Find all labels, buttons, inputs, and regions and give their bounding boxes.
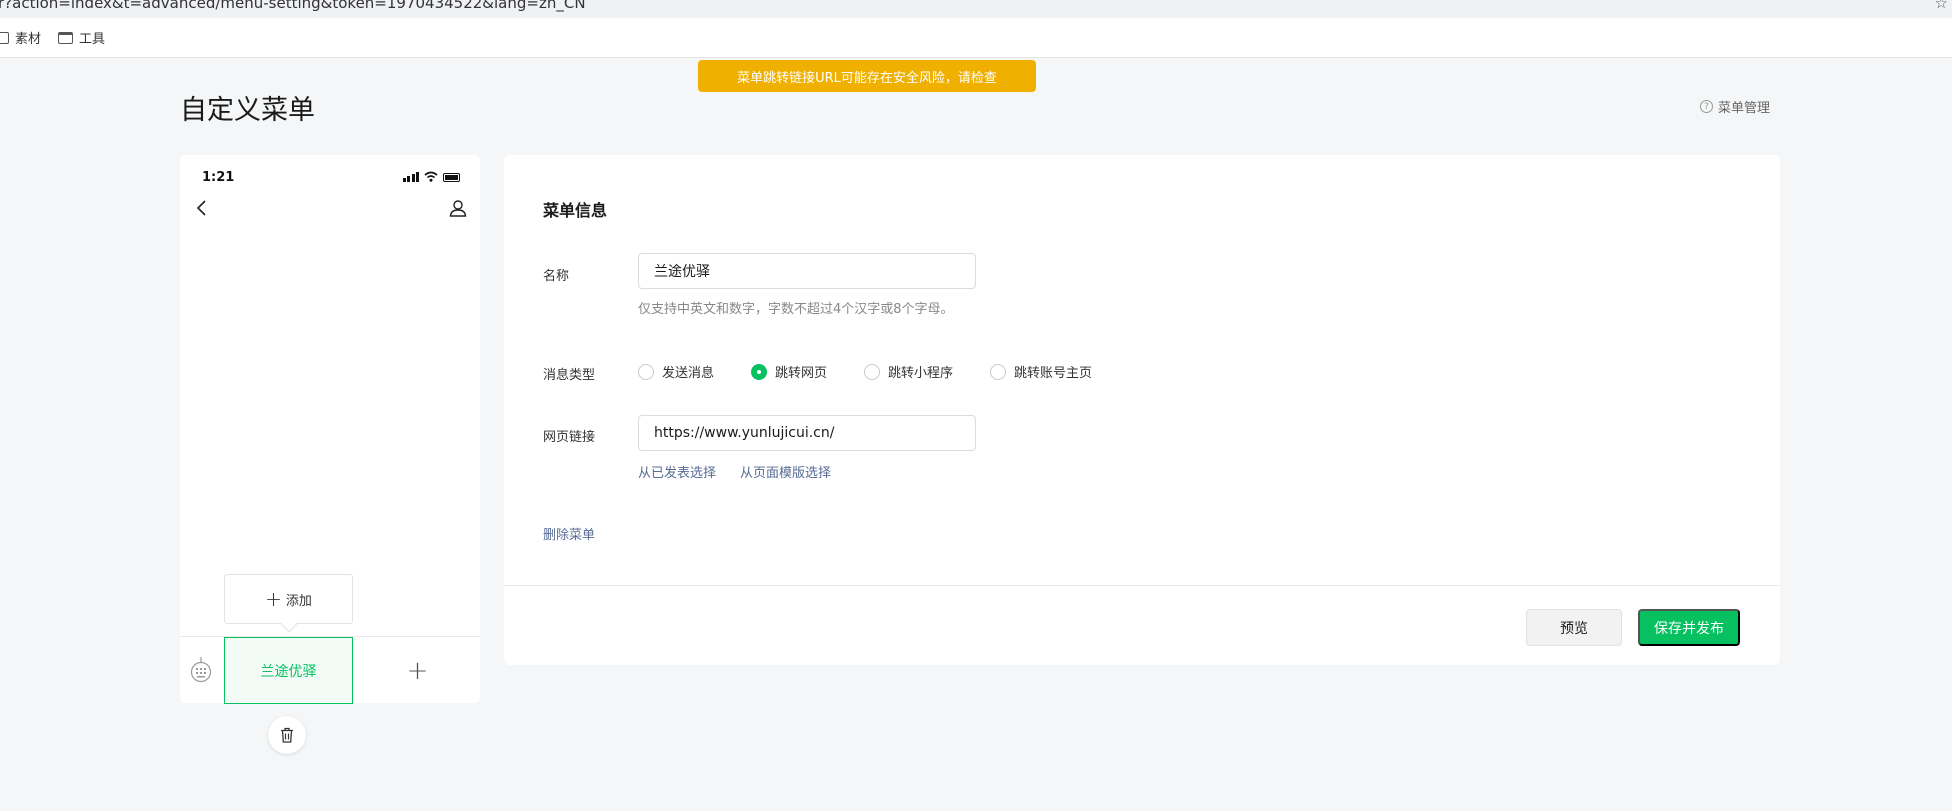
signal-icon xyxy=(402,172,419,182)
radio-jump-miniprogram[interactable]: 跳转小程序 xyxy=(864,362,953,381)
user-icon[interactable] xyxy=(448,198,468,218)
url-input[interactable] xyxy=(638,415,976,451)
pick-template-link[interactable]: 从页面模版选择 xyxy=(740,462,831,481)
footer-divider xyxy=(504,585,1780,586)
trash-icon xyxy=(281,727,293,743)
url-text[interactable]: r?action=index&t=advanced/menu-setting&t… xyxy=(0,0,586,12)
radio-send-message[interactable]: 发送消息 xyxy=(638,362,714,381)
name-hint: 仅支持中英文和数字，字数不超过4个汉字或8个字母。 xyxy=(638,302,954,317)
add-menu-button[interactable]: + xyxy=(355,637,480,704)
preview-button[interactable]: 预览 xyxy=(1526,609,1622,646)
menu-manage-link[interactable]: ? 菜单管理 xyxy=(1700,97,1770,116)
section-title: 菜单信息 xyxy=(543,201,608,220)
bookmark-tools[interactable]: 工具 xyxy=(58,28,105,47)
warning-banner: 菜单跳转链接URL可能存在安全风险，请检查 xyxy=(698,60,1036,92)
type-radio-group: 发送消息 跳转网页 跳转小程序 跳转账号主页 xyxy=(638,362,1129,381)
radio-circle[interactable] xyxy=(990,363,1007,380)
wifi-icon xyxy=(424,171,438,182)
radio-circle[interactable] xyxy=(638,363,654,380)
star-icon[interactable]: ☆ xyxy=(1935,0,1948,12)
battery-icon xyxy=(443,173,460,182)
bookmark-icon xyxy=(0,31,9,44)
delete-menu-link[interactable]: 删除菜单 xyxy=(543,524,595,543)
delete-menu-button[interactable] xyxy=(268,716,306,754)
submenu-arrow xyxy=(280,615,298,633)
name-input[interactable] xyxy=(638,253,976,289)
menu-item-main[interactable]: 兰途优驿 xyxy=(224,637,353,704)
help-icon: ? xyxy=(1700,100,1713,113)
radio-label: 跳转网页 xyxy=(775,366,828,381)
folder-icon xyxy=(58,31,73,44)
name-label: 名称 xyxy=(543,269,570,284)
bookmark-sucai[interactable]: 素材 xyxy=(0,28,41,47)
submenu-add-label: 添加 xyxy=(285,593,312,609)
bookmark-label: 素材 xyxy=(15,32,42,47)
plus-icon: + xyxy=(265,587,282,611)
pick-published-link[interactable]: 从已发表选择 xyxy=(638,462,716,481)
radio-label: 发送消息 xyxy=(662,366,715,381)
status-icons xyxy=(402,171,460,182)
radio-label: 跳转小程序 xyxy=(888,366,954,381)
radio-circle[interactable] xyxy=(864,363,881,380)
bookmarks-bar: 素材 工具 xyxy=(0,18,1952,58)
menu-manage-label: 菜单管理 xyxy=(1718,101,1771,116)
back-icon[interactable] xyxy=(192,198,212,218)
address-bar[interactable]: r?action=index&t=advanced/menu-setting&t… xyxy=(0,0,1952,18)
radio-jump-webpage[interactable]: 跳转网页 xyxy=(751,362,827,381)
submenu-add-button[interactable]: + 添加 xyxy=(224,574,353,633)
keyboard-icon[interactable] xyxy=(190,656,212,684)
bookmark-label: 工具 xyxy=(79,32,106,47)
type-label: 消息类型 xyxy=(543,368,596,383)
save-publish-button[interactable]: 保存并发布 xyxy=(1638,609,1740,646)
radio-label: 跳转账号主页 xyxy=(1014,366,1093,381)
url-label: 网页链接 xyxy=(543,430,596,445)
page-title: 自定义菜单 xyxy=(180,95,315,126)
menu-bar: 兰途优驿 + xyxy=(180,636,480,704)
radio-jump-account-home[interactable]: 跳转账号主页 xyxy=(990,362,1092,381)
phone-preview: 1:21 + 添加 兰途优驿 + xyxy=(180,155,480,704)
radio-circle-selected[interactable] xyxy=(751,363,768,380)
status-time: 1:21 xyxy=(202,170,235,185)
menu-info-panel: 菜单信息 名称 仅支持中英文和数字，字数不超过4个汉字或8个字母。 消息类型 发… xyxy=(504,155,1780,665)
